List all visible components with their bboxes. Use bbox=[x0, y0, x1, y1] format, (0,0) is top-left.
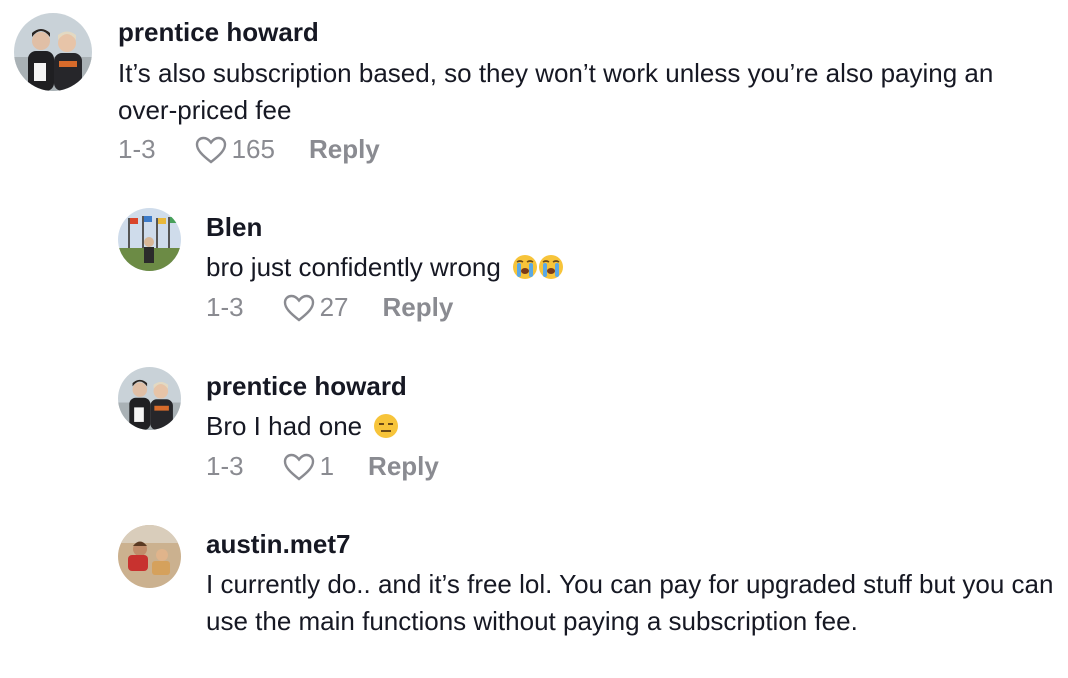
like-button[interactable]: 1 bbox=[282, 451, 334, 482]
like-button[interactable]: 27 bbox=[282, 292, 349, 323]
comment-date: 1-3 bbox=[206, 451, 244, 481]
comment-text-body: bro just confidently wrong bbox=[206, 252, 501, 282]
comment-item: Blen bro just confidently wrong 1-3 27 R… bbox=[0, 195, 1068, 345]
comment-username[interactable]: Blen bbox=[206, 212, 262, 243]
comment-text-body: Bro I had one bbox=[206, 411, 363, 441]
heart-icon bbox=[283, 294, 314, 322]
like-count: 1 bbox=[319, 451, 335, 481]
avatar[interactable] bbox=[14, 13, 92, 91]
comment-text: bro just confidently wrong bbox=[206, 249, 1006, 290]
reply-button[interactable]: Reply bbox=[309, 134, 380, 165]
comment-date: 1-3 bbox=[206, 292, 244, 322]
comment-text: I currently do.. and it’s free lol. You … bbox=[206, 569, 1054, 636]
comment-actions: 1-3 165 Reply bbox=[118, 134, 380, 165]
heart-icon bbox=[195, 136, 226, 164]
comment-actions: 1-3 1 Reply bbox=[206, 451, 439, 482]
reply-button[interactable]: Reply bbox=[383, 292, 454, 323]
heart-icon bbox=[283, 453, 314, 481]
expressionless-face-icon bbox=[373, 412, 399, 449]
comment-text: It’s also subscription based, so they wo… bbox=[118, 58, 994, 125]
avatar-two-people-icon bbox=[118, 367, 181, 430]
avatar[interactable] bbox=[118, 367, 181, 430]
comment-text: Bro I had one bbox=[206, 408, 1006, 449]
comment-actions: 1-3 27 Reply bbox=[206, 292, 453, 323]
loudly-crying-face-icon bbox=[538, 253, 564, 290]
avatar-two-people-icon bbox=[14, 13, 92, 91]
avatar-beach-icon bbox=[118, 525, 181, 588]
comment-item: prentice howard It’s also subscription b… bbox=[0, 0, 1068, 180]
comment-item: prentice howard Bro I had one 1-3 1 Repl… bbox=[0, 354, 1068, 504]
comment-username[interactable]: prentice howard bbox=[118, 17, 319, 48]
like-count: 165 bbox=[231, 134, 275, 164]
like-count: 27 bbox=[319, 292, 349, 322]
reply-button[interactable]: Reply bbox=[368, 451, 439, 482]
comment-username[interactable]: prentice howard bbox=[206, 371, 407, 402]
comment-item: austin.met7 I currently do.. and it’s fr… bbox=[0, 512, 1068, 678]
avatar[interactable] bbox=[118, 208, 181, 271]
like-button[interactable]: 165 bbox=[194, 134, 275, 165]
loudly-crying-face-icon bbox=[512, 253, 538, 290]
comment-username[interactable]: austin.met7 bbox=[206, 529, 351, 560]
comment-date: 1-3 bbox=[118, 134, 156, 164]
avatar-flags-icon bbox=[118, 208, 181, 271]
avatar[interactable] bbox=[118, 525, 181, 588]
